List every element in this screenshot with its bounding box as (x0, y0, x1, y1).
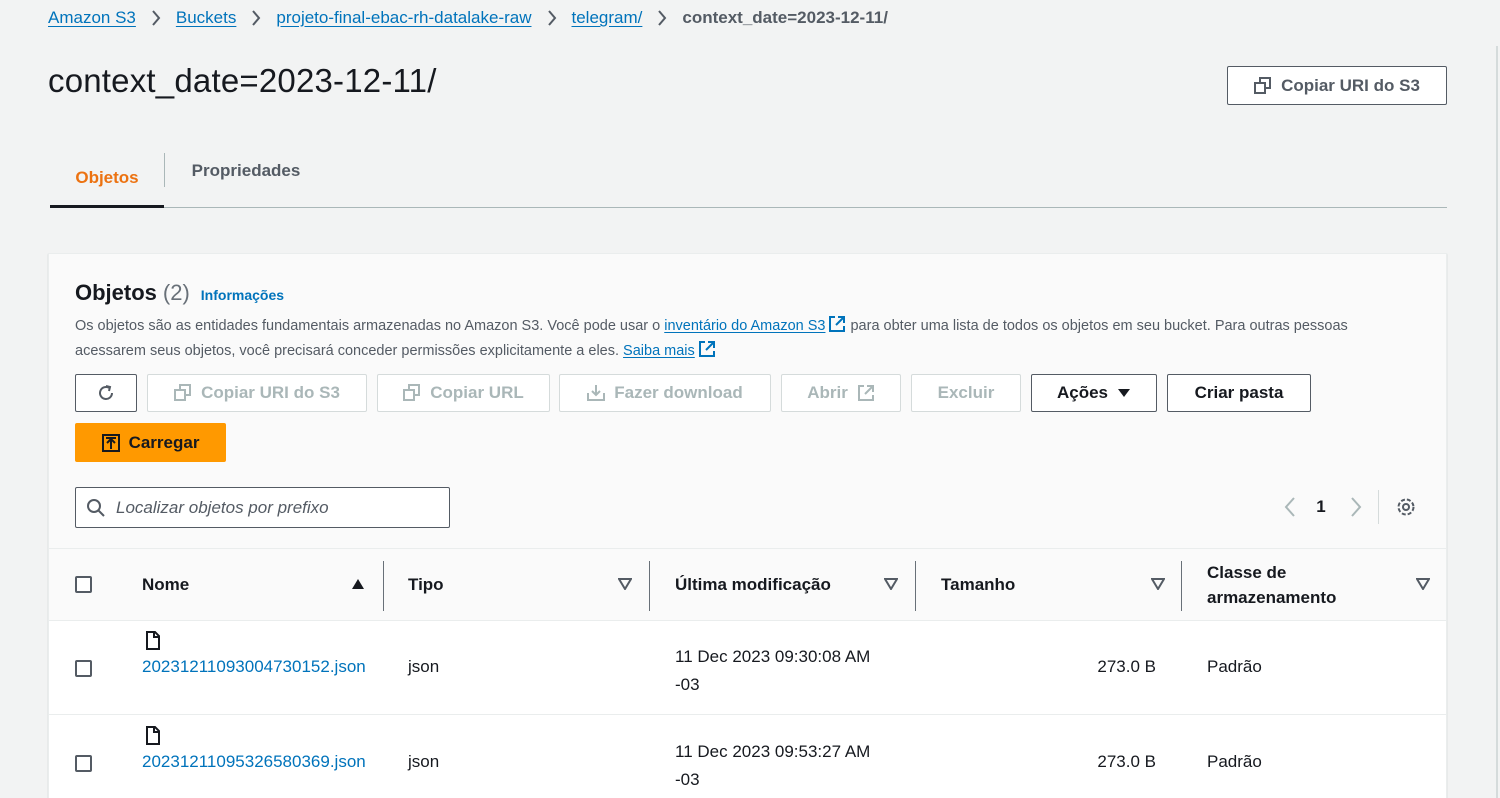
create-folder-label: Criar pasta (1194, 383, 1284, 402)
chevron-right-icon (136, 10, 176, 26)
current-page: 1 (1316, 497, 1326, 516)
refresh-icon (99, 385, 113, 400)
copy-icon (1254, 76, 1272, 94)
sort-ascending-icon[interactable] (351, 578, 365, 590)
panel-title: Objetos (75, 280, 157, 305)
object-last-modified: 11 Dec 2023 09:53:27 AM -03 (675, 742, 871, 789)
chevron-right-icon (236, 10, 276, 26)
table-header: Nome Tipo Última modificação Tamanho Cla… (49, 548, 1446, 621)
object-type: json (408, 657, 440, 676)
object-size: 273.0 B (1097, 752, 1156, 771)
search-placeholder: Localizar objetos por prefixo (116, 497, 329, 517)
page-number[interactable]: 1 (1309, 494, 1333, 520)
breadcrumb-bucket[interactable]: projeto-final-ebac-rh-datalake-raw (276, 8, 531, 28)
search-input[interactable]: Localizar objetos por prefixo (75, 487, 450, 528)
column-resizer[interactable] (649, 561, 650, 611)
tab-objetos[interactable]: Objetos (50, 150, 164, 208)
copy-icon (403, 384, 421, 401)
description-text: Os objetos são as entidades fundamentais… (75, 318, 665, 334)
copy-s3-uri-button[interactable]: Copiar URI do S3 (147, 374, 367, 412)
object-name-link[interactable]: 20231211095326580369.json (142, 748, 367, 776)
download-icon (587, 385, 606, 401)
page-title: context_date=2023-12-11/ (48, 62, 437, 99)
object-last-modified: 11 Dec 2023 09:30:08 AM -03 (675, 647, 871, 694)
create-folder-button[interactable]: Criar pasta (1167, 374, 1311, 412)
column-resizer[interactable] (915, 561, 916, 611)
copy-s3-uri-label: Copiar URI do S3 (201, 383, 340, 402)
column-header-tamanho[interactable]: Tamanho (941, 549, 1015, 620)
column-resizer[interactable] (383, 561, 384, 611)
actions-label: Ações (1056, 383, 1109, 402)
object-type: json (408, 752, 440, 771)
column-header-nome[interactable]: Nome (142, 549, 189, 620)
object-name-link[interactable]: 20231211093004730152.json (142, 653, 367, 681)
table-settings-button[interactable] (1393, 494, 1419, 520)
learn-more-link[interactable]: Saiba mais (623, 343, 695, 359)
object-storage-class: Padrão (1207, 752, 1262, 771)
breadcrumb-amazon-s3[interactable]: Amazon S3 (48, 8, 136, 28)
breadcrumb-buckets[interactable]: Buckets (176, 8, 236, 28)
download-button[interactable]: Fazer download (559, 374, 771, 412)
right-edge-divider (1496, 46, 1498, 798)
upload-icon (101, 433, 120, 452)
panel-description: Os objetos são as entidades fundamentais… (75, 314, 1415, 364)
file-icon (146, 726, 160, 745)
external-link-icon (829, 316, 846, 332)
row-checkbox[interactable] (75, 755, 92, 772)
sort-icon[interactable] (1151, 578, 1165, 590)
copy-s3-uri-label: Copiar URI do S3 (1281, 75, 1420, 95)
breadcrumb: Amazon S3 Buckets projeto-final-ebac-rh-… (48, 7, 888, 29)
column-resizer[interactable] (1181, 561, 1182, 611)
breadcrumb-folder[interactable]: telegram/ (572, 8, 643, 28)
table-row[interactable]: 20231211093004730152.json json 11 Dec 20… (49, 621, 1446, 715)
copy-icon (174, 384, 192, 401)
chevron-right-icon (642, 10, 682, 26)
panel-header: Objetos (2) Informações (75, 280, 284, 306)
sort-icon[interactable] (1416, 578, 1430, 590)
sort-icon[interactable] (884, 578, 898, 590)
file-icon (146, 631, 160, 650)
sort-icon[interactable] (618, 578, 632, 590)
tab-bar: Objetos Propriedades (50, 150, 1447, 208)
info-link[interactable]: Informações (201, 287, 284, 303)
column-header-tipo[interactable]: Tipo (408, 549, 444, 620)
row-checkbox[interactable] (75, 660, 92, 677)
caret-down-icon (1118, 389, 1131, 397)
upload-label: Carregar (128, 432, 200, 452)
delete-button[interactable]: Excluir (911, 374, 1021, 412)
chevron-right-icon (532, 10, 572, 26)
search-icon (87, 498, 105, 517)
actions-dropdown[interactable]: Ações (1031, 374, 1157, 412)
copy-url-button[interactable]: Copiar URL (377, 374, 550, 412)
select-all-checkbox[interactable] (75, 576, 92, 593)
open-button[interactable]: Abrir (781, 374, 901, 412)
external-link-icon (698, 341, 715, 357)
copy-s3-uri-header-button[interactable]: Copiar URI do S3 (1227, 66, 1447, 105)
external-link-icon (857, 385, 874, 401)
copy-url-label: Copiar URL (430, 383, 524, 402)
next-page-button[interactable] (1341, 494, 1371, 520)
previous-page-button[interactable] (1275, 494, 1305, 520)
object-count: (2) (162, 280, 190, 305)
refresh-button[interactable] (75, 374, 137, 412)
download-label: Fazer download (614, 383, 743, 402)
tab-propriedades[interactable]: Propriedades (165, 150, 327, 192)
gear-icon (1397, 498, 1415, 516)
column-header-ultima-modificacao[interactable]: Última modificação (675, 549, 831, 620)
object-size: 273.0 B (1097, 657, 1156, 676)
chevron-right-icon (1351, 497, 1362, 517)
pager-divider (1378, 490, 1379, 524)
object-storage-class: Padrão (1207, 657, 1262, 676)
s3-inventory-link[interactable]: inventário do Amazon S3 (664, 318, 825, 334)
chevron-left-icon (1284, 497, 1295, 517)
open-label: Abrir (807, 383, 848, 402)
delete-label: Excluir (937, 383, 995, 402)
objects-panel: Objetos (2) Informações Os objetos são a… (48, 253, 1447, 798)
upload-button[interactable]: Carregar (75, 423, 226, 462)
breadcrumb-current: context_date=2023-12-11/ (682, 8, 888, 27)
table-row[interactable]: 20231211095326580369.json json 11 Dec 20… (49, 715, 1446, 798)
column-header-classe-armazenamento[interactable]: Classe de armazenamento (1207, 549, 1357, 620)
